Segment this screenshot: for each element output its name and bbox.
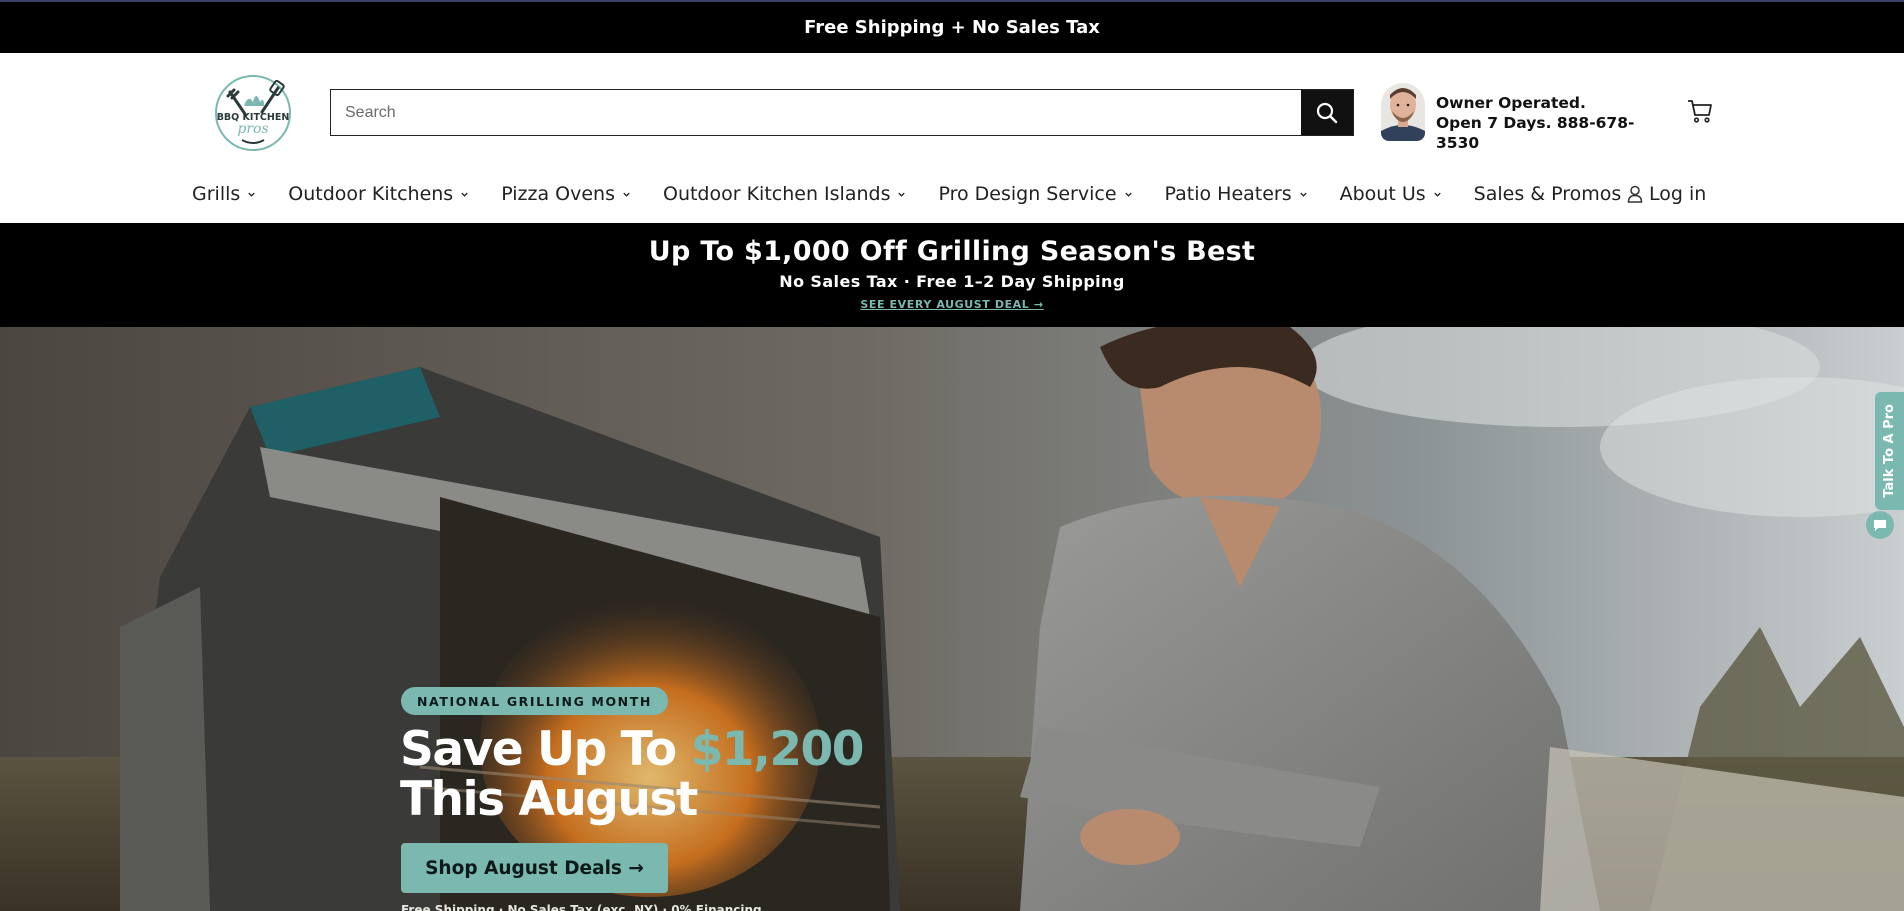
chat-icon: [1874, 520, 1886, 531]
nav-item-label: About Us: [1339, 183, 1426, 205]
search-bar: [330, 89, 1354, 136]
main-nav: Grills Outdoor Kitchens Pizza Ovens Outd…: [192, 179, 1653, 209]
cart-icon: [1688, 100, 1712, 123]
user-icon: [1627, 185, 1643, 203]
announcement-text: Free Shipping + No Sales Tax: [804, 17, 1100, 38]
search-input[interactable]: [331, 90, 1301, 135]
chevron-down-icon: [461, 192, 468, 197]
nav-item-sales-promos[interactable]: Sales & Promos: [1474, 183, 1622, 205]
nav-item-label: Pizza Ovens: [501, 183, 615, 205]
svg-text:pros: pros: [237, 121, 268, 137]
headline-text-2: This August: [400, 772, 698, 827]
search-icon: [1316, 102, 1338, 123]
chevron-down-icon: [898, 192, 906, 197]
nav-item-outdoor-kitchens[interactable]: Outdoor Kitchens: [288, 183, 469, 205]
promo-deals-link[interactable]: SEE EVERY AUGUST DEAL →: [0, 298, 1904, 311]
talk-to-pro-tab[interactable]: Talk To A Pro: [1875, 392, 1904, 510]
chevron-down-icon: [248, 192, 255, 197]
promo-banner: Up To $1,000 Off Grilling Season's Best …: [0, 223, 1904, 327]
nav-item-label: Pro Design Service: [938, 183, 1117, 205]
promo-title: Up To $1,000 Off Grilling Season's Best: [648, 236, 1256, 267]
nav-item-pro-design-service[interactable]: Pro Design Service: [938, 183, 1132, 205]
nav-item-pizza-ovens[interactable]: Pizza Ovens: [501, 183, 631, 205]
hero-badge: NATIONAL GRILLING MONTH: [401, 687, 668, 715]
announcement-bar: Free Shipping + No Sales Tax: [0, 0, 1904, 53]
hero-headline: Save Up To $1,200 This August: [400, 725, 920, 825]
talk-to-pro-label: Talk To A Pro: [1882, 404, 1897, 498]
hero-image: [0, 327, 1904, 911]
site-logo[interactable]: BBQ KITCHEN pros: [212, 72, 294, 154]
shop-deals-button[interactable]: Shop August Deals →: [401, 843, 668, 893]
nav-item-label: Outdoor Kitchens: [288, 183, 454, 205]
nav-item-label: Outdoor Kitchen Islands: [662, 183, 891, 205]
nav-item-label: Grills: [192, 183, 241, 205]
login-link[interactable]: Log in: [1627, 179, 1706, 209]
nav-item-grills[interactable]: Grills: [192, 183, 256, 205]
headline-accent: $1,200: [690, 722, 865, 777]
nav-item-about-us[interactable]: About Us: [1340, 183, 1442, 205]
cart-button[interactable]: [1686, 97, 1714, 125]
nav-item-outdoor-kitchen-islands[interactable]: Outdoor Kitchen Islands: [663, 183, 906, 205]
nav-item-label: Patio Heaters: [1164, 183, 1292, 205]
promo-subtitle: No Sales Tax · Free 1–2 Day Shipping: [779, 272, 1125, 291]
chevron-down-icon: [1433, 192, 1441, 197]
site-header: BBQ KITCHEN pros Owner Operated. Open 7 …: [0, 53, 1904, 223]
chevron-down-icon: [1299, 192, 1307, 197]
chat-button[interactable]: [1866, 511, 1894, 539]
chevron-down-icon: [1124, 192, 1132, 197]
owner-avatar: [1381, 83, 1425, 141]
owner-contact-text: Owner Operated. Open 7 Days. 888-678-353…: [1436, 94, 1635, 152]
chevron-down-icon: [623, 192, 630, 197]
search-button[interactable]: [1301, 90, 1353, 135]
login-label: Log in: [1649, 183, 1707, 205]
logo-icon: BBQ KITCHEN pros: [215, 75, 291, 151]
hero-banner: NATIONAL GRILLING MONTH Save Up To $1,20…: [0, 327, 1904, 911]
headline-text-1: Save Up To: [400, 722, 691, 777]
nav-item-label: Sales & Promos: [1473, 183, 1622, 205]
hero-fineprint: Free Shipping · No Sales Tax (exc. NY) ·…: [401, 903, 762, 911]
nav-item-patio-heaters[interactable]: Patio Heaters: [1165, 183, 1308, 205]
